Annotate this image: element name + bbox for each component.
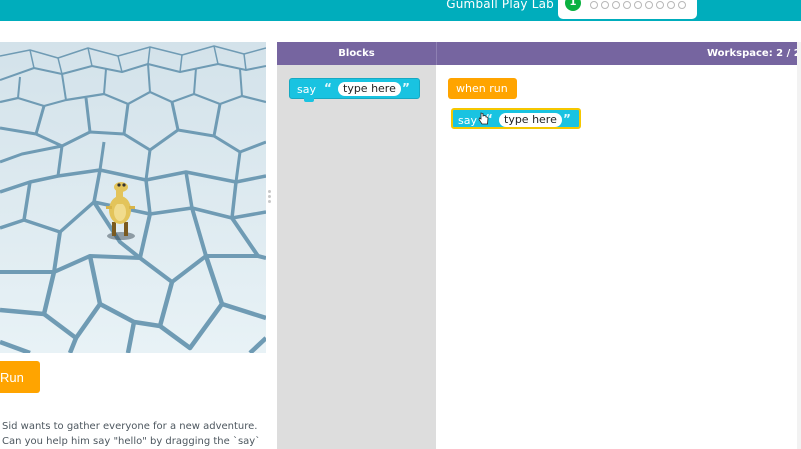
instructions-line-1: Sid wants to gather everyone for a new a… (2, 421, 258, 432)
toolbox-say-block[interactable]: say “ type here ” (289, 78, 420, 102)
level-dot[interactable] (645, 1, 653, 9)
workspace-say-block[interactable]: say “ type here ” (451, 108, 581, 129)
level-dot[interactable] (601, 1, 609, 9)
level-progress: 1 (558, 0, 697, 19)
run-button[interactable]: Run (0, 361, 40, 393)
toolbox-header: Blocks (277, 42, 436, 65)
level-dot[interactable] (656, 1, 664, 9)
level-dot[interactable] (667, 1, 675, 9)
instructions: Sid wants to gather everyone for a new a… (2, 419, 272, 449)
when-run-block[interactable]: when run (448, 78, 517, 99)
say-text-field[interactable]: type here (338, 82, 401, 96)
say-text-field[interactable]: type here (499, 113, 562, 127)
close-quote-icon: ” (402, 81, 410, 95)
say-keyword: say (458, 114, 477, 127)
workspace-scrollbar[interactable] (797, 42, 801, 449)
block-notch (304, 98, 314, 102)
workspace-block-count: Workspace: 2 / 2 b (707, 48, 801, 59)
resize-grippy-handle[interactable] (268, 190, 272, 206)
say-keyword: say (297, 83, 316, 96)
ice-scene (0, 42, 266, 353)
level-dot[interactable] (623, 1, 631, 9)
instructions-line-2: Can you help him say "hello" by dragging… (2, 436, 261, 447)
current-level-badge[interactable]: 1 (565, 0, 581, 11)
top-header: Gumball Play Lab 1 (0, 0, 801, 21)
close-quote-icon: ” (563, 112, 571, 126)
workspace-header: Workspace: 2 / 2 b (436, 42, 801, 65)
game-visualization (0, 42, 266, 353)
level-dot[interactable] (612, 1, 620, 9)
hand-cursor-icon (478, 112, 489, 125)
level-dot[interactable] (634, 1, 642, 9)
level-dot[interactable] (678, 1, 686, 9)
level-dot[interactable] (590, 1, 598, 9)
toolbox-panel (277, 65, 436, 449)
open-quote-icon: “ (324, 81, 332, 95)
app-title: Gumball Play Lab (446, 0, 554, 11)
